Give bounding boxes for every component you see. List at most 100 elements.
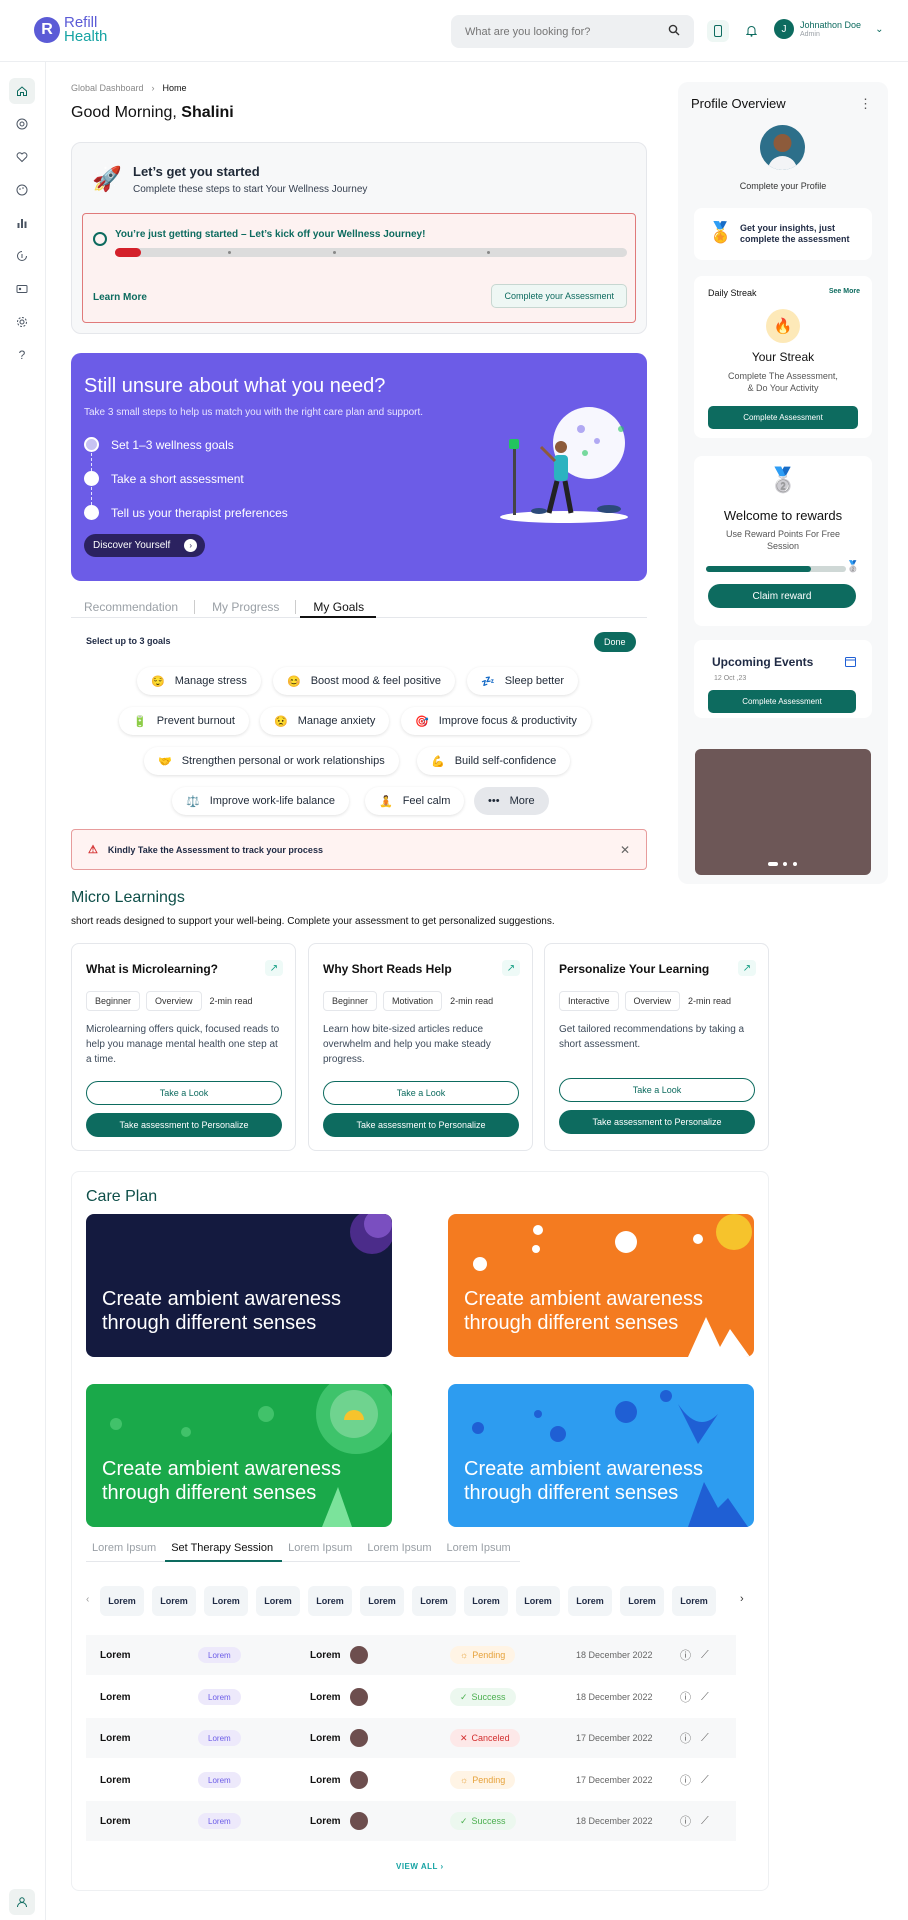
goal-chip[interactable]: 🧘 Feel calm — [365, 787, 465, 815]
discover-yourself-button[interactable]: Discover Yourself › — [84, 534, 206, 557]
search-icon[interactable] — [668, 23, 680, 41]
carousel-dot[interactable] — [793, 862, 797, 866]
goal-chip[interactable]: 😊 Boost mood & feel positive — [273, 667, 455, 695]
complete-assessment-button[interactable]: Complete your Assessment — [491, 284, 627, 308]
palette-icon[interactable] — [9, 177, 35, 203]
see-more-link[interactable]: See More — [829, 288, 860, 295]
filter-pill[interactable]: Lorem — [308, 1586, 352, 1616]
claim-reward-button[interactable]: Claim reward — [708, 584, 856, 608]
step-item[interactable]: Set 1–3 wellness goals — [84, 437, 234, 452]
care-plan-tile[interactable]: Create ambient awareness through differe… — [86, 1214, 392, 1357]
step-item[interactable]: Take a short assessment — [84, 471, 244, 486]
filter-pill[interactable]: Lorem — [568, 1586, 612, 1616]
filter-pill[interactable]: Lorem — [152, 1586, 196, 1616]
settings-icon[interactable] — [9, 309, 35, 335]
brain-icon[interactable] — [9, 243, 35, 269]
info-icon[interactable]: ⓘ — [680, 1813, 691, 1829]
image-carousel[interactable] — [695, 749, 871, 875]
more-goals-chip[interactable]: ••• More — [474, 787, 549, 815]
more-vertical-icon[interactable]: ⋮ — [859, 96, 872, 112]
filter-pill[interactable]: Lorem — [360, 1586, 404, 1616]
goal-chip[interactable]: 💤 Sleep better — [467, 667, 579, 695]
take-assessment-button[interactable]: Take assessment to Personalize — [323, 1113, 519, 1137]
filter-pill[interactable]: Lorem — [620, 1586, 664, 1616]
profile-icon[interactable] — [9, 1889, 35, 1915]
table-row[interactable]: Lorem Lorem Lorem ✕ Canceled 17 December … — [86, 1718, 736, 1758]
heart-icon[interactable] — [9, 144, 35, 170]
care-plan-tile[interactable]: Create ambient awareness through differe… — [448, 1214, 754, 1357]
arrow-up-right-icon[interactable]: ↗ — [265, 960, 283, 976]
phone-icon[interactable] — [707, 20, 729, 42]
step-item[interactable]: Tell us your therapist preferences — [84, 505, 288, 520]
insight-card[interactable]: 🏅 Get your insights, just complete the a… — [694, 208, 872, 260]
breadcrumb-root[interactable]: Global Dashboard — [71, 83, 144, 93]
trend-chart-icon[interactable]: ⟋ — [701, 1815, 709, 1828]
take-a-look-button[interactable]: Take a Look — [323, 1081, 519, 1105]
tab-lorem-ipsum[interactable]: Lorem Ipsum — [361, 1542, 440, 1562]
goal-chip[interactable]: 💪 Build self-confidence — [417, 747, 571, 775]
take-assessment-button[interactable]: Take assessment to Personalize — [559, 1110, 755, 1134]
table-row[interactable]: Lorem Lorem Lorem ✓ Success 18 December 2… — [86, 1677, 736, 1717]
care-plan-tile[interactable]: Create ambient awareness through differe… — [448, 1384, 754, 1527]
done-button[interactable]: Done — [594, 632, 636, 652]
trend-chart-icon[interactable]: ⟋ — [701, 1649, 709, 1662]
table-row[interactable]: Lorem Lorem Lorem ☼ Pending 18 December 2… — [86, 1635, 736, 1675]
tab-lorem-ipsum[interactable]: Lorem Ipsum — [282, 1542, 361, 1562]
filter-pill[interactable]: Lorem — [464, 1586, 508, 1616]
filter-pill[interactable]: Lorem — [256, 1586, 300, 1616]
trend-chart-icon[interactable]: ⟋ — [701, 1732, 709, 1745]
close-icon[interactable]: ✕ — [620, 843, 630, 857]
tab-lorem-ipsum[interactable]: Lorem Ipsum — [86, 1542, 165, 1562]
learn-more-link[interactable]: Learn More — [93, 292, 147, 303]
tab-my-progress[interactable]: My Progress — [199, 600, 291, 618]
complete-assessment-button[interactable]: Complete Assessment — [708, 406, 858, 429]
table-row[interactable]: Lorem Lorem Lorem ✓ Success 18 December 2… — [86, 1801, 736, 1841]
goal-chip[interactable]: 🤝 Strengthen personal or work relationshi… — [144, 747, 399, 775]
tab-lorem-ipsum[interactable]: Lorem Ipsum — [441, 1542, 520, 1562]
info-icon[interactable]: ⓘ — [680, 1772, 691, 1788]
home-icon[interactable] — [9, 78, 35, 104]
tab-set-therapy-session[interactable]: Set Therapy Session — [165, 1542, 283, 1562]
complete-assessment-button[interactable]: Complete Assessment — [708, 690, 856, 713]
filter-pill[interactable]: Lorem — [100, 1586, 144, 1616]
search-input[interactable] — [465, 25, 645, 38]
arrow-up-right-icon[interactable]: ↗ — [502, 960, 520, 976]
filter-pill[interactable]: Lorem — [672, 1586, 716, 1616]
goal-chip[interactable]: 😟 Manage anxiety — [260, 707, 390, 735]
carousel-dot-active[interactable] — [768, 862, 778, 866]
take-a-look-button[interactable]: Take a Look — [559, 1078, 755, 1102]
chevron-left-icon[interactable]: ‹ — [86, 1594, 89, 1605]
goal-chip[interactable]: 🔋 Prevent burnout — [119, 707, 249, 735]
info-icon[interactable]: ⓘ — [680, 1647, 691, 1663]
goal-chip[interactable]: 😌 Manage stress — [137, 667, 261, 695]
filter-pill[interactable]: Lorem — [204, 1586, 248, 1616]
tab-my-goals[interactable]: My Goals — [300, 600, 377, 618]
view-all-link[interactable]: VIEW ALL › — [396, 1862, 444, 1871]
user-menu[interactable]: J Johnathon Doe Admin ⌄ — [774, 19, 883, 39]
info-icon[interactable]: ⓘ — [680, 1730, 691, 1746]
tab-recommendation[interactable]: Recommendation — [71, 600, 190, 618]
complete-profile-text[interactable]: Complete your Profile — [678, 181, 888, 191]
id-card-icon[interactable] — [9, 276, 35, 302]
chevron-right-icon[interactable]: › — [740, 1593, 744, 1605]
filter-pill[interactable]: Lorem — [516, 1586, 560, 1616]
bar-chart-icon[interactable] — [9, 210, 35, 236]
trend-chart-icon[interactable]: ⟋ — [701, 1774, 709, 1787]
target-icon[interactable] — [9, 111, 35, 137]
carousel-dot[interactable] — [783, 862, 787, 866]
take-assessment-button[interactable]: Take assessment to Personalize — [86, 1113, 282, 1137]
trend-chart-icon[interactable]: ⟋ — [701, 1691, 709, 1704]
info-icon[interactable]: ⓘ — [680, 1689, 691, 1705]
help-icon[interactable]: ? — [9, 342, 35, 368]
filter-pill[interactable]: Lorem — [412, 1586, 456, 1616]
goal-chip[interactable]: ⚖️ Improve work-life balance — [172, 787, 350, 815]
arrow-up-right-icon[interactable]: ↗ — [738, 960, 756, 976]
table-row[interactable]: Lorem Lorem Lorem ☼ Pending 17 December 2… — [86, 1760, 736, 1800]
brand-logo[interactable]: R Refill Health — [34, 15, 107, 44]
care-plan-tile[interactable]: Create ambient awareness through differe… — [86, 1384, 392, 1527]
take-a-look-button[interactable]: Take a Look — [86, 1081, 282, 1105]
profile-photo[interactable] — [760, 125, 805, 170]
calendar-icon[interactable] — [845, 654, 856, 672]
chevron-down-icon[interactable]: ⌄ — [875, 24, 883, 35]
bell-icon[interactable] — [740, 20, 762, 42]
